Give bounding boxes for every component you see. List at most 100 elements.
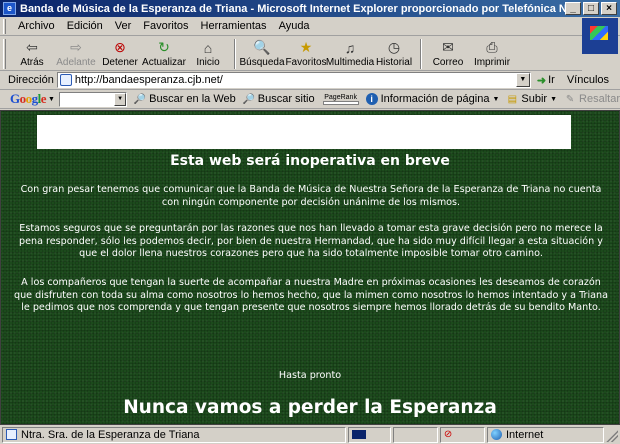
chevron-down-icon: ▼	[550, 95, 558, 103]
print-button[interactable]: ⎙ Imprimir	[470, 37, 514, 71]
refresh-button[interactable]: ↻ Actualizar	[142, 37, 186, 71]
maximize-button[interactable]: □	[583, 2, 599, 15]
go-label: Ir	[548, 74, 555, 86]
menu-edicion[interactable]: Edición	[61, 20, 109, 32]
minimize-button[interactable]: _	[565, 2, 581, 15]
motto-heading: Nunca vamos a perder la Esperanza	[123, 397, 497, 418]
search-icon: 🔍	[253, 39, 271, 55]
home-label: Inicio	[196, 57, 220, 68]
window-controls: _ □ ×	[565, 2, 617, 15]
go-arrow-icon: ➜	[536, 74, 547, 87]
address-url: http://bandaesperanza.cjb.net/	[74, 74, 223, 86]
page-headline: Esta web será inoperativa en breve	[170, 153, 450, 169]
address-label: Dirección	[8, 74, 54, 86]
mail-label: Correo	[432, 57, 464, 68]
menu-archivo[interactable]: Archivo	[12, 20, 61, 32]
back-arrow-icon: ⇦	[26, 39, 38, 55]
menu-bar: Archivo Edición Ver Favoritos Herramient…	[0, 17, 620, 54]
zone-label: Internet	[505, 428, 544, 441]
status-bar: Ntra. Sra. de la Esperanza de Triana ⊘ I…	[0, 425, 620, 444]
search-web-icon: 🔎	[133, 93, 147, 105]
address-bar: Dirección http://bandaesperanza.cjb.net/…	[0, 71, 620, 90]
back-label: Atrás	[20, 57, 44, 68]
refresh-icon: ↻	[158, 39, 170, 55]
windows-logo-throbber	[582, 18, 618, 54]
search-site-icon: 🔎	[242, 93, 255, 105]
chevron-down-icon: ▼	[492, 95, 500, 103]
status-zone-panel: Internet	[486, 426, 605, 443]
favorites-icon: ★	[299, 39, 313, 55]
page-content: Esta web será inoperativa en breve Con g…	[0, 110, 620, 425]
favorites-label: Favoritos	[285, 57, 327, 68]
highlight-label: Resaltar	[579, 93, 620, 105]
search-site-label: Buscar sitio	[257, 93, 315, 105]
menu-ver[interactable]: Ver	[109, 20, 138, 32]
back-button[interactable]: ⇦ Atrás	[10, 37, 54, 71]
search-web-button[interactable]: 🔎 Buscar en la Web	[134, 93, 236, 105]
window-title: Banda de Música de la Esperanza de Trian…	[20, 2, 565, 15]
menu-grip	[3, 18, 6, 34]
status-security-panel: ⊘	[439, 426, 485, 443]
paragraph-wishes: A los compañeros que tengan la suerte de…	[14, 277, 608, 314]
search-web-label: Buscar en la Web	[149, 93, 236, 105]
popup-blocked-icon[interactable]: ⊘	[444, 429, 452, 440]
chevron-down-icon[interactable]: ▼	[48, 96, 55, 103]
toolbar-grip	[3, 39, 6, 69]
mail-button[interactable]: ✉ Correo	[426, 37, 470, 71]
page-icon	[59, 74, 72, 86]
history-icon: ◷	[387, 39, 401, 55]
history-label: Historial	[375, 57, 413, 68]
toolbar-separator	[420, 39, 422, 69]
up-button[interactable]: ▤ Subir ▼	[506, 93, 557, 105]
menu-favoritos[interactable]: Favoritos	[137, 20, 194, 32]
media-icon: ♫	[344, 39, 356, 56]
ie-app-icon: e	[3, 2, 16, 15]
google-search-input[interactable]: ▼	[58, 91, 128, 107]
status-panel-empty	[392, 426, 438, 443]
history-button[interactable]: ◷ Historial	[372, 37, 416, 71]
folder-up-icon: ▤	[507, 93, 518, 105]
windows-flag-icon	[590, 26, 608, 40]
page-info-label: Información de página	[380, 93, 490, 105]
home-icon: ⌂	[203, 39, 213, 56]
highlight-button[interactable]: ✎ Resaltar	[564, 93, 620, 105]
printer-icon: ⎙	[486, 39, 498, 55]
address-input[interactable]: http://bandaesperanza.cjb.net/ ▼	[56, 72, 531, 88]
search-label: Búsqueda	[239, 57, 285, 68]
pagerank-label: PageRank	[324, 93, 357, 101]
media-button[interactable]: ♫ Multimedia	[325, 37, 375, 71]
progress-bar	[351, 430, 366, 439]
search-site-button[interactable]: 🔎 Buscar sitio	[243, 93, 315, 105]
page-info-button[interactable]: i Información de página ▼	[365, 93, 500, 105]
stop-button[interactable]: ⊗ Detener	[98, 37, 142, 71]
menu-ayuda[interactable]: Ayuda	[273, 20, 316, 32]
pagerank-meter[interactable]: PageRank	[322, 93, 359, 105]
page-icon	[6, 429, 17, 440]
close-button[interactable]: ×	[601, 2, 617, 15]
standard-toolbar: ⇦ Atrás ⇨ Adelante ⊗ Detener ↻ Actualiza…	[0, 37, 582, 71]
title-bar: e Banda de Música de la Esperanza de Tri…	[0, 0, 620, 17]
home-button[interactable]: ⌂ Inicio	[186, 37, 230, 71]
search-button[interactable]: 🔍 Búsqueda	[239, 37, 285, 71]
google-logo[interactable]: Google	[10, 91, 47, 107]
status-progress-panel	[347, 426, 391, 443]
links-label[interactable]: Vínculos	[567, 74, 609, 86]
globe-icon	[490, 429, 502, 440]
address-dropdown-button[interactable]: ▼	[515, 73, 530, 87]
go-button[interactable]: ➜ Ir	[537, 74, 555, 87]
favorites-button[interactable]: ★ Favoritos	[284, 37, 328, 71]
info-icon: i	[365, 93, 378, 105]
pagerank-bar	[322, 100, 359, 105]
status-text: Ntra. Sra. de la Esperanza de Triana	[21, 428, 200, 441]
forward-button[interactable]: ⇨ Adelante	[54, 37, 98, 71]
status-main-panel: Ntra. Sra. de la Esperanza de Triana	[2, 426, 346, 443]
resize-grip[interactable]	[606, 427, 618, 442]
google-toolbar: Google ▼ ▼ 🔎 Buscar en la Web 🔎 Buscar s…	[0, 90, 620, 109]
google-search-dropdown[interactable]: ▼	[114, 92, 127, 106]
media-label: Multimedia	[325, 57, 375, 68]
mail-icon: ✉	[442, 39, 454, 55]
paragraph-reasons: Estamos seguros que se preguntarán por l…	[19, 223, 603, 260]
toolbar-separator	[234, 39, 236, 69]
menu-herramientas[interactable]: Herramientas	[195, 20, 273, 32]
forward-label: Adelante	[56, 57, 96, 68]
